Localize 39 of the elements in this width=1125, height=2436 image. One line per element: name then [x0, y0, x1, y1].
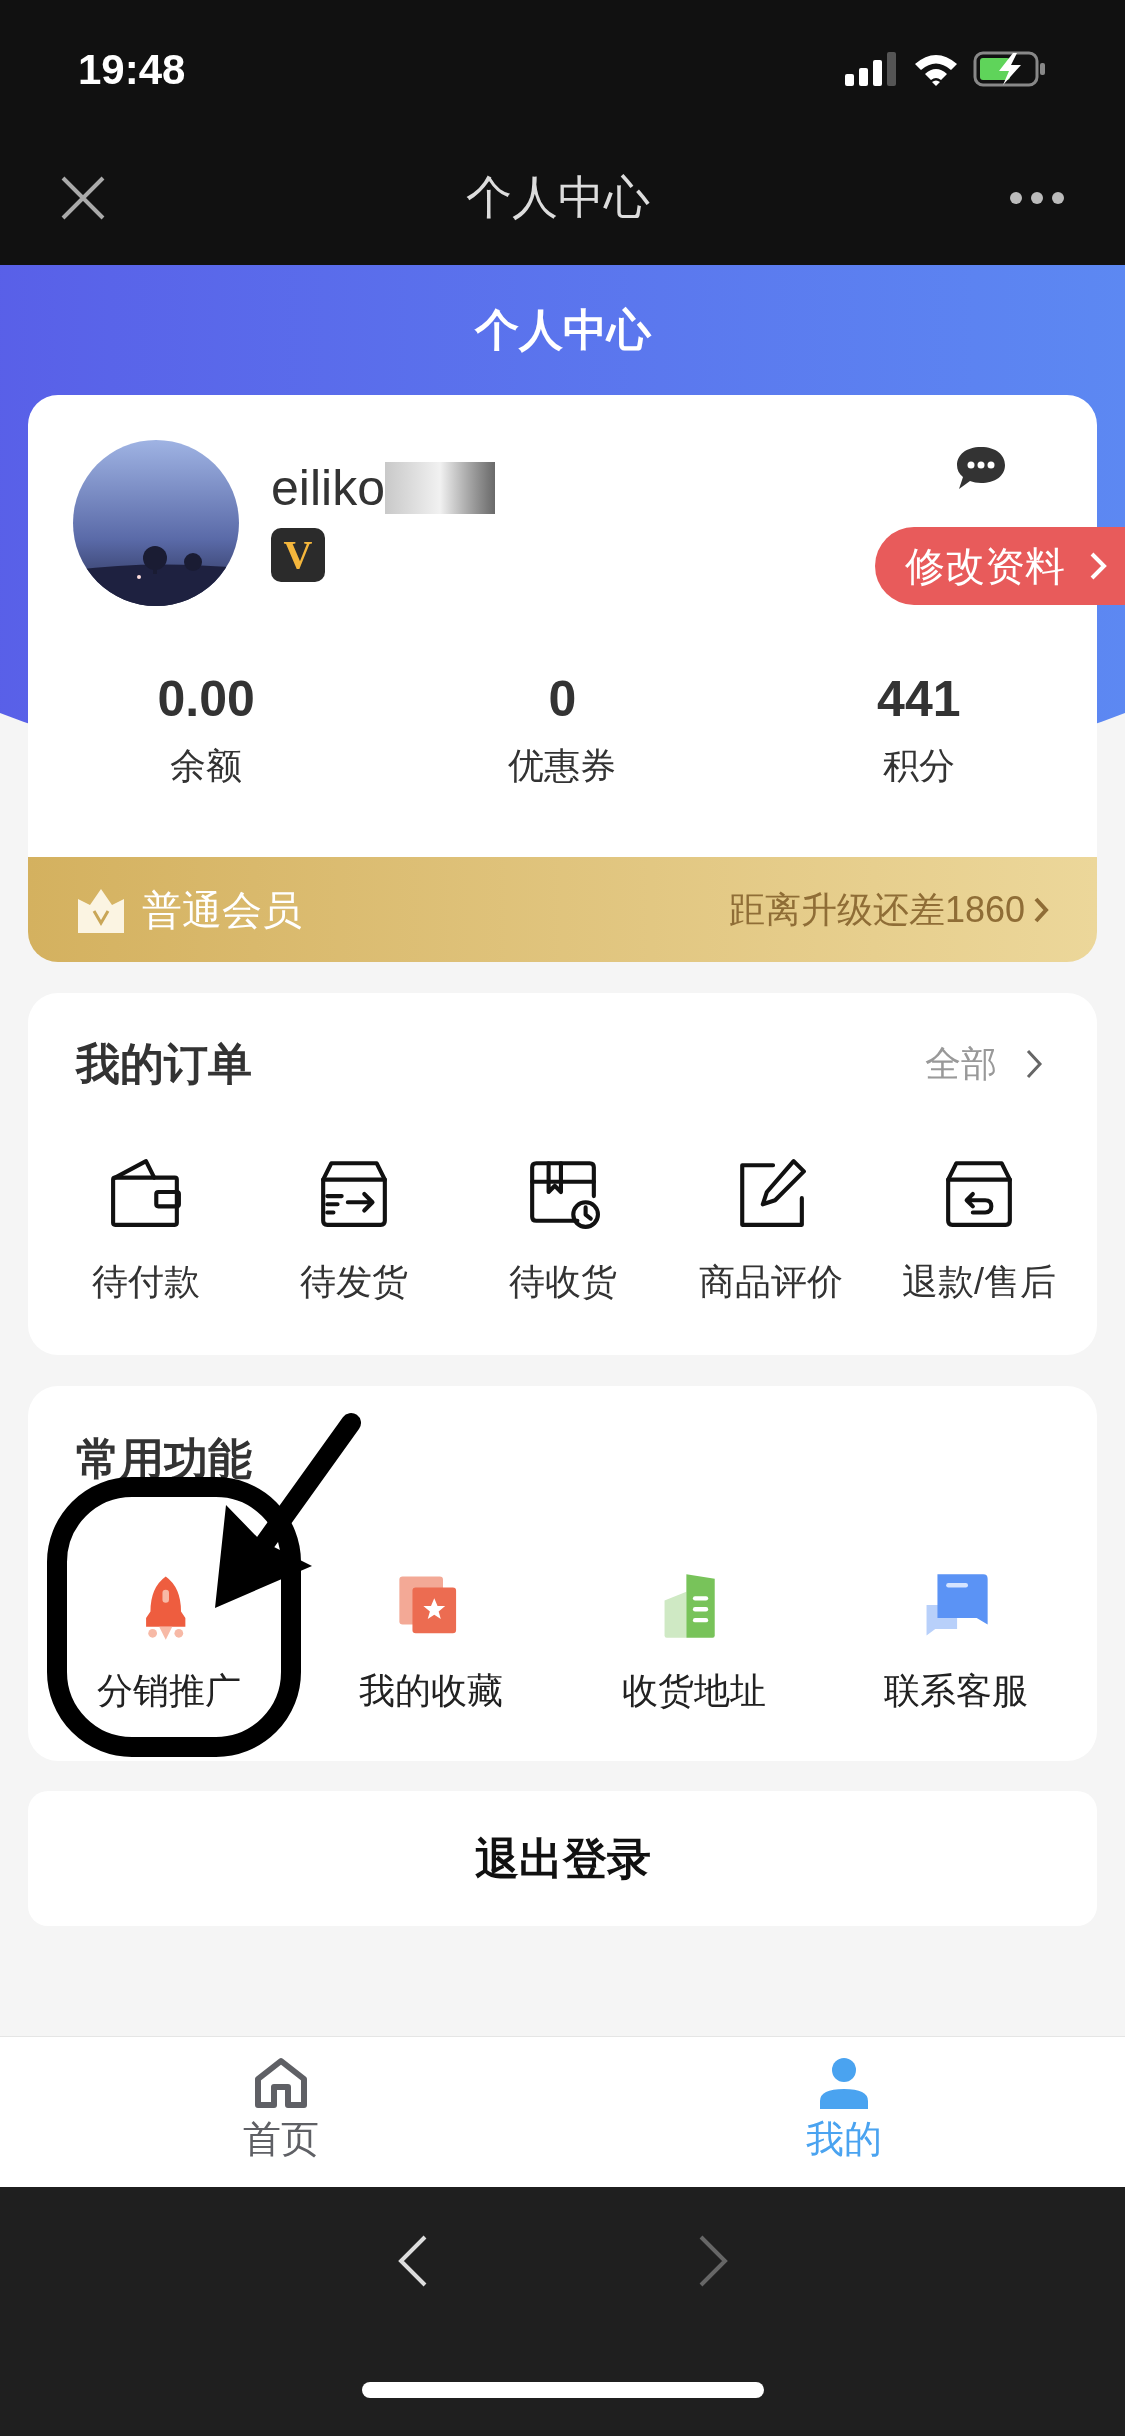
back-icon[interactable] — [397, 2235, 428, 2287]
stat-label: 余额 — [170, 743, 243, 788]
function-item[interactable]: 分销推广 — [97, 1664, 242, 1718]
message-icon[interactable] — [955, 445, 1007, 491]
order-status-item[interactable]: 待收货 — [508, 1255, 617, 1309]
stat-label: 优惠券 — [508, 743, 617, 788]
function-item[interactable]: 联系客服 — [883, 1664, 1028, 1718]
stat-value: 0.00 — [157, 670, 255, 729]
wallet-icon — [109, 1157, 184, 1229]
order-status-item[interactable]: 退款/售后 — [901, 1255, 1056, 1309]
status-time: 19:48 — [78, 44, 186, 95]
home-icon — [254, 2056, 309, 2109]
forward-icon[interactable] — [697, 2235, 728, 2287]
wifi-icon — [913, 52, 959, 86]
stat-value: 441 — [877, 670, 961, 729]
battery-icon — [973, 51, 1047, 87]
more-icon[interactable] — [1009, 190, 1065, 205]
order-status-item[interactable]: 待发货 — [300, 1255, 409, 1309]
section-title: 常用功能 — [75, 1433, 253, 1485]
chevron-right-icon — [1089, 551, 1107, 581]
user-icon — [817, 2056, 870, 2109]
signal-icon — [845, 52, 899, 86]
close-icon[interactable] — [60, 174, 106, 221]
section-title: 我的订单 — [76, 1038, 252, 1090]
order-status-item[interactable]: 待付款 — [92, 1255, 201, 1309]
page-title: 个人中心 — [465, 170, 650, 225]
vip-badge: V — [271, 528, 325, 582]
function-item[interactable]: 收货地址 — [621, 1664, 766, 1718]
function-item[interactable]: 我的收藏 — [359, 1664, 504, 1718]
chevron-right-icon — [1025, 1048, 1043, 1080]
logout-button[interactable]: 退出登录 — [28, 1791, 1097, 1926]
member-level: 普通会员 — [142, 886, 302, 934]
tab-item[interactable]: 首页 — [0, 2037, 563, 2187]
chevron-right-icon — [1033, 895, 1049, 924]
username: eiliko — [271, 463, 385, 513]
order-status-item[interactable]: 商品评价 — [698, 1255, 843, 1309]
stat-value: 0 — [548, 670, 577, 729]
stat-label: 积分 — [882, 743, 955, 788]
header-title: 个人中心 — [474, 304, 651, 356]
